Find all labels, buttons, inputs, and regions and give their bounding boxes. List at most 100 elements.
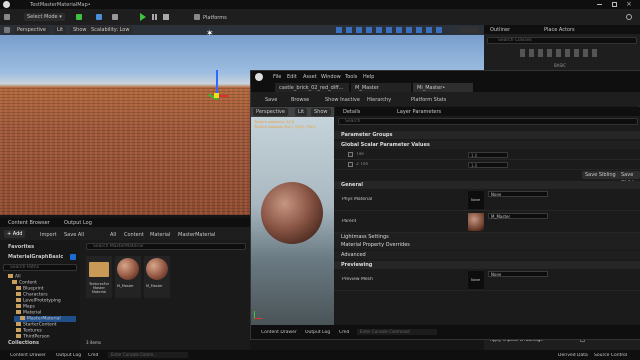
select-mode-dropdown[interactable]: Select Mode ▾ — [24, 13, 65, 21]
section-label: Global Scalar Parameter Values — [341, 142, 430, 148]
details-search[interactable]: Search — [338, 118, 638, 125]
material-preview-viewport[interactable]: Perspective Lit Show Texture samplers: 5… — [251, 107, 334, 325]
save-button[interactable]: Save — [265, 97, 277, 103]
menu-tools[interactable]: Tools — [345, 74, 357, 80]
pause-icon[interactable] — [152, 14, 157, 20]
sun-icon: ✶ — [206, 29, 214, 39]
play-icon[interactable] — [140, 13, 146, 21]
place-actors-tab[interactable]: Place Actors — [544, 27, 575, 33]
section-material-overrides[interactable]: Material Property Overrides — [334, 241, 640, 249]
menu-asset[interactable]: Asset — [303, 74, 317, 80]
place-actors-categories[interactable] — [520, 49, 600, 57]
param-value-field[interactable]: 1.0 — [468, 162, 508, 168]
asset-search[interactable]: Search MasterMaterial — [86, 243, 246, 250]
close-button[interactable]: × — [626, 0, 632, 8]
param-checkbox[interactable] — [348, 162, 353, 167]
save-sibling-button[interactable]: Save Sibling — [582, 171, 619, 179]
details-tab[interactable]: Details — [343, 109, 360, 115]
breadcrumb-content[interactable]: Content — [124, 232, 144, 238]
breadcrumb-all[interactable]: All — [110, 232, 116, 238]
add-actor-icon[interactable] — [76, 14, 82, 20]
viewport-menu-icon[interactable] — [4, 27, 10, 33]
project-header[interactable]: MaterialGraphBasic — [8, 254, 63, 260]
editor-content-drawer[interactable]: Content Drawer — [261, 330, 297, 335]
preview-mesh-dropdown[interactable]: None — [488, 271, 548, 277]
cmd-button[interactable]: Cmd — [88, 353, 98, 358]
material-sphere-thumbnail — [117, 258, 139, 280]
output-log-button[interactable]: Output Log — [56, 353, 81, 358]
perspective-button[interactable]: Perspective — [14, 26, 49, 34]
cinematics-icon[interactable] — [112, 14, 118, 20]
content-drawer-button[interactable]: Content Drawer — [10, 353, 46, 358]
collections-header[interactable]: Collections — [8, 340, 39, 346]
console-input[interactable]: Enter Console Comm... — [108, 352, 188, 358]
gizmo-center[interactable] — [214, 93, 219, 98]
tab-mi-master[interactable]: Mi_Master• — [413, 83, 473, 92]
asset-tile-material[interactable]: M_Master — [115, 256, 141, 298]
browse-button[interactable]: Browse — [291, 97, 309, 103]
param-value: 1.0 — [471, 163, 478, 168]
output-log-tab[interactable]: Output Log — [64, 220, 92, 226]
preview-perspective-button[interactable]: Perspective — [253, 108, 288, 116]
section-label: Lightmass Settings — [341, 234, 389, 240]
show-button[interactable]: Show — [70, 26, 90, 34]
content-browser-tab[interactable]: Content Browser — [8, 220, 50, 226]
place-actors-search[interactable]: Search Classes — [487, 37, 637, 44]
preview-sphere — [261, 182, 323, 244]
save-level-icon[interactable] — [4, 14, 10, 20]
favorites-header[interactable]: Favorites — [8, 244, 34, 250]
settings-icon[interactable] — [626, 14, 632, 20]
show-inactive-button[interactable]: Show Inactive — [325, 97, 360, 103]
outliner-tab[interactable]: Outliner — [490, 27, 510, 33]
asset-tile-material[interactable]: M_Master — [144, 256, 170, 298]
gizmo-x-axis[interactable] — [218, 95, 228, 97]
add-folder-icon[interactable] — [70, 254, 76, 260]
asset-tile-folder[interactable]: TexturesFor Master Material — [86, 256, 112, 298]
lit-button[interactable]: Lit — [54, 26, 67, 34]
layer-parameters-tab[interactable]: Layer Parameters — [397, 109, 441, 115]
platform-stats-button[interactable]: Platform Stats — [411, 97, 446, 103]
section-parameter-groups[interactable]: Parameter Groups — [334, 131, 640, 139]
platforms-icon[interactable] — [194, 14, 200, 20]
source-control-button[interactable]: Source Control — [594, 353, 627, 358]
editor-console-input[interactable]: Enter Console Command — [357, 329, 437, 335]
breadcrumb-material[interactable]: Material — [150, 232, 170, 238]
minimize-button[interactable] — [597, 4, 602, 5]
menu-window[interactable]: Window — [321, 74, 341, 80]
tab-texture[interactable]: castle_brick_02_red_diff... — [275, 83, 349, 92]
menu-file[interactable]: File — [273, 74, 281, 80]
maximize-button[interactable] — [612, 2, 617, 7]
thumb-none: None — [471, 278, 481, 282]
import-button[interactable]: Import — [40, 232, 57, 238]
tab-m-master[interactable]: M_Master — [351, 83, 411, 92]
section-global-scalar[interactable]: Global Scalar Parameter Values — [334, 141, 640, 149]
camera-speed-icon[interactable] — [460, 27, 478, 33]
blueprint-icon[interactable] — [96, 14, 102, 20]
derived-data-button[interactable]: Derived Data — [558, 353, 588, 358]
phys-material-dropdown[interactable]: None — [488, 191, 548, 197]
preview-show-button[interactable]: Show — [311, 108, 331, 116]
save-all-button[interactable]: Save All — [64, 232, 84, 238]
param-value-field[interactable]: 1.0 — [468, 152, 508, 158]
section-lightmass[interactable]: Lightmass Settings — [334, 233, 640, 241]
hierarchy-button[interactable]: Hierarchy — [367, 97, 391, 103]
transform-tools[interactable] — [336, 27, 446, 33]
parent-dropdown[interactable]: M_Master — [488, 213, 548, 219]
preview-lit-button[interactable]: Lit — [295, 108, 308, 116]
editor-output-log[interactable]: Output Log — [305, 330, 330, 335]
section-previewing[interactable]: Previewing — [334, 261, 640, 269]
section-general[interactable]: General — [334, 181, 640, 189]
menu-help[interactable]: Help — [363, 74, 374, 80]
editor-cmd[interactable]: Cmd — [339, 330, 349, 335]
add-button[interactable]: + Add — [4, 230, 26, 238]
save-child-button[interactable]: Save Child — [618, 171, 640, 186]
scalability-button[interactable]: Scalability: Low — [88, 26, 133, 34]
asset-label: M_Master — [117, 284, 134, 288]
param-checkbox[interactable] — [348, 152, 353, 157]
platforms-menu[interactable]: Platforms — [203, 15, 227, 21]
breadcrumb-mastermaterial[interactable]: MasterMaterial — [178, 232, 215, 238]
stop-icon[interactable] — [163, 14, 169, 20]
section-advanced[interactable]: Advanced — [334, 251, 640, 259]
search-paths[interactable]: Search Paths — [3, 264, 77, 271]
menu-edit[interactable]: Edit — [287, 74, 297, 80]
